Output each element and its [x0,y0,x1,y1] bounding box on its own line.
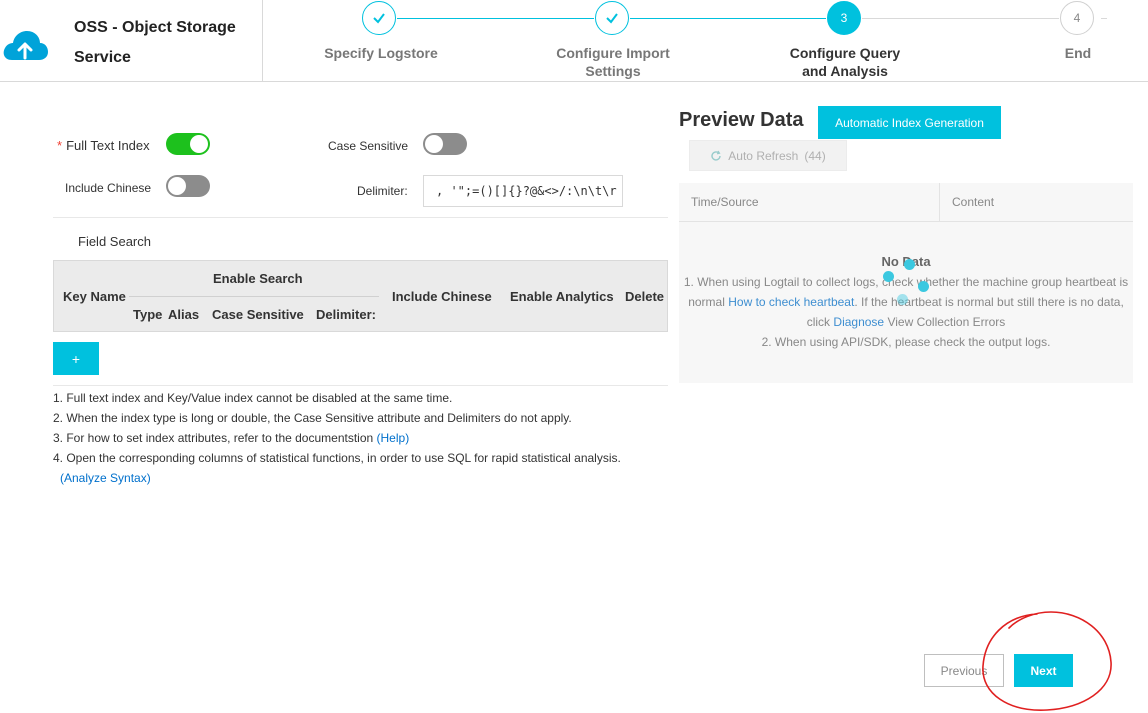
msg-line-1: 1. When using Logtail to collect logs, c… [683,275,1129,289]
toggle-knob [190,135,208,153]
previous-button[interactable]: Previous [924,654,1004,687]
include-chinese-toggle[interactable] [166,175,210,197]
loading-dot [904,259,915,270]
delimiter-label: Delimiter: [357,184,408,198]
col-type: Type [133,307,163,322]
col-enable-analytics: Enable Analytics [510,289,614,304]
note-4: 4. Open the corresponding columns of sta… [53,451,621,465]
step-1-label: Specify Logstore [324,45,438,61]
refresh-icon [711,150,721,161]
analyze-syntax-link[interactable]: (Analyze Syntax) [60,471,151,485]
loading-dot [918,281,929,292]
step-4-label: End [1064,45,1092,61]
auto-refresh-count: (44) [804,148,826,163]
app-title: OSS - Object Storage Service [74,19,236,66]
toggle-knob [168,177,186,195]
notes-divider [53,385,668,386]
add-field-button[interactable]: + [53,342,99,375]
toggle-knob [425,135,443,153]
preview-table: Time/Source Content No Data 1. When usin… [679,183,1133,383]
loading-dot [883,271,894,282]
col-content: Content [952,195,995,209]
step-2-circle [595,1,629,35]
note-2: 2. When the index type is long or double… [53,411,572,425]
check-icon [373,13,385,24]
step-connector-1 [397,18,594,19]
auto-refresh-button[interactable]: Auto Refresh (44) [689,140,847,171]
note-3-text: 3. For how to set index attributes, refe… [53,431,374,445]
check-icon [606,13,618,24]
full-text-index-label: * Full Text Index [57,138,150,153]
include-chinese-label: Include Chinese [65,181,152,195]
auto-refresh-label: Auto Refresh [728,148,799,163]
help-link[interactable]: (Help) [377,431,410,445]
preview-table-header: Time/Source Content [679,183,1133,222]
col-alias: Alias [168,307,200,322]
step-1-circle [362,1,396,35]
step-3-label: Configure Query and Analysis [789,45,901,79]
note-3: 3. For how to set index attributes, refe… [53,428,673,448]
loading-dot [897,294,908,305]
full-text-index-toggle[interactable] [166,133,210,155]
note-4-link-row: (Analyze Syntax) [53,468,673,488]
step-3-circle: 3 [827,1,861,35]
header: OSS - Object Storage Service Specify Log… [0,0,1148,82]
field-search-title: Field Search [78,234,151,249]
preview-title: Preview Data [679,109,804,131]
step-connector-tail [1101,18,1107,19]
col-enable-search: Enable Search [213,271,303,286]
col-key-name: Key Name [63,289,126,304]
msg-line-3-post: View Collection Errors [887,315,1006,329]
diagnose-link[interactable]: Diagnose [833,315,884,329]
header-divider [262,0,263,82]
field-search-table: Key Name Enable Search Type Alias Case S… [53,260,668,332]
step-4-circle: 4 [1060,1,1094,35]
step-2-label: Configure Import Settings [556,45,670,79]
required-mark: * [57,138,63,153]
next-button[interactable]: Next [1014,654,1073,687]
how-to-check-heartbeat-link[interactable]: How to check heartbeat [728,295,854,309]
automatic-index-generation-button[interactable]: Automatic Index Generation [818,106,1001,139]
col-time-source: Time/Source [691,195,759,209]
full-text-index-text: Full Text Index [66,138,150,153]
cloud-upload-icon [3,31,48,60]
note-1: 1. Full text index and Key/Value index c… [53,391,453,405]
no-data-message: 1. When using Logtail to collect logs, c… [679,272,1133,352]
col-include-chinese: Include Chinese [392,289,492,304]
header-sub-divider [129,296,379,297]
step-connector-3 [862,18,1059,19]
index-notes: 1. Full text index and Key/Value index c… [53,388,673,488]
msg-line-3: click Diagnose View Collection Errors [679,312,1133,332]
msg-line-3-pre: click [806,315,831,329]
col-separator [939,183,940,222]
col-case-sensitive: Case Sensitive [212,307,304,322]
msg-line-2-pre: normal [688,295,725,309]
section-divider [53,217,668,218]
msg-line-4: 2. When using API/SDK, please check the … [761,335,1051,349]
delimiter-input[interactable]: , '";=()[]{}?@&<>/:\n\t\r [423,175,623,207]
case-sensitive-label: Case Sensitive [328,139,409,153]
col-delete: Delete [625,289,665,304]
case-sensitive-toggle[interactable] [423,133,467,155]
step-connector-2 [630,18,826,19]
col-delimiter: Delimiter: [316,307,376,322]
msg-line-2-post: . If the heartbeat is normal but still t… [854,295,1124,309]
